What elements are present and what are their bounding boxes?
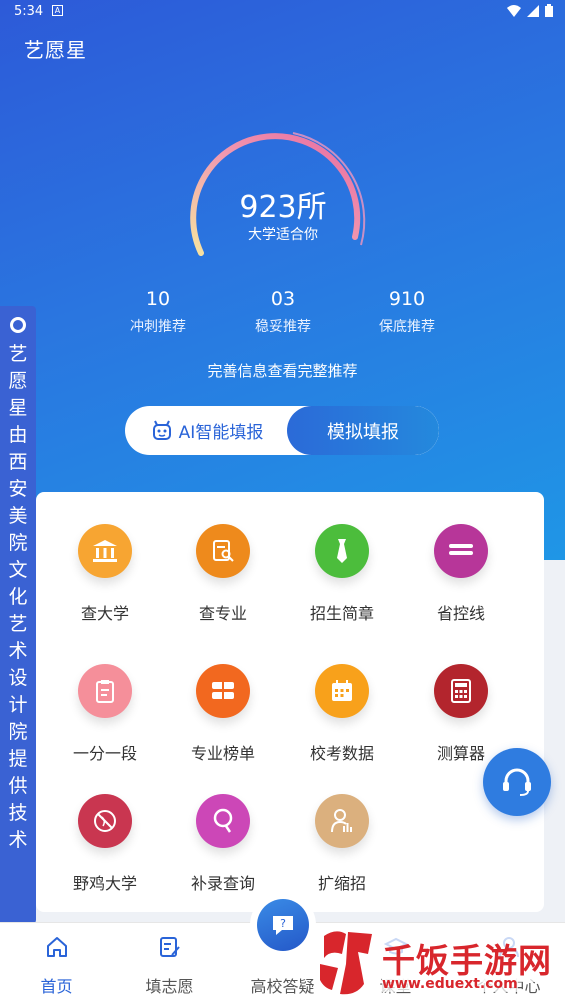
- feature-control-line[interactable]: 省控线: [402, 524, 520, 624]
- clipboard-icon: [78, 664, 132, 718]
- home-icon: [46, 937, 67, 957]
- sim-icon: A: [52, 5, 63, 16]
- feature-fake-university[interactable]: 野鸡大学: [46, 794, 164, 894]
- feature-label: 补录查询: [190, 874, 255, 893]
- ai-fill-button[interactable]: AI智能填报: [125, 406, 289, 455]
- stat-label: 稳妥推荐: [255, 319, 311, 335]
- chat-icon: ?: [273, 916, 293, 935]
- watermark-logo: [320, 931, 372, 995]
- hero-header: [0, 0, 565, 560]
- nav-label: 填志愿: [145, 977, 194, 996]
- feature-enrollment-change[interactable]: 扩缩招: [283, 794, 401, 894]
- side-banner[interactable]: 艺愿星由西安美院文化艺术设计院提供技术: [0, 306, 36, 924]
- feature-major[interactable]: 查专业: [164, 524, 282, 624]
- tie-icon: [315, 524, 369, 578]
- magnifier-icon: [196, 794, 250, 848]
- nav-label: 首页: [40, 977, 73, 996]
- watermark-url: www.eduext.com: [382, 976, 518, 992]
- stat-value: 10: [145, 288, 171, 310]
- status-time: 5:34: [14, 4, 44, 19]
- watermark-text: 千饭手游网: [382, 934, 552, 982]
- university-icon: [78, 524, 132, 578]
- feature-supplementary-query[interactable]: 补录查询: [164, 794, 282, 894]
- banner-dot-icon: [10, 317, 26, 333]
- calculator-icon: [434, 664, 488, 718]
- no-pheasant-icon: [78, 794, 132, 848]
- feature-label: 扩缩招: [317, 874, 366, 893]
- feature-major-ranking[interactable]: 专业榜单: [164, 664, 282, 764]
- calendar-icon: [315, 664, 369, 718]
- app-title: 艺愿星: [24, 38, 87, 62]
- feature-university[interactable]: 查大学: [46, 524, 164, 624]
- svg-text:?: ?: [280, 917, 286, 930]
- qa-center-button[interactable]: ?: [250, 892, 316, 958]
- stat-value: 03: [270, 288, 296, 310]
- stat-label: 冲刺推荐: [130, 319, 186, 335]
- lines-icon: [434, 524, 488, 578]
- feature-label: 省控线: [436, 604, 485, 623]
- feature-score-rank[interactable]: 一分一段: [46, 664, 164, 764]
- feature-label: 查专业: [198, 604, 247, 623]
- stat-stable[interactable]: 03 稳妥推荐: [228, 288, 338, 336]
- edit-icon: [159, 937, 180, 957]
- watermark: 千饭手游网 www.eduext.com: [316, 924, 556, 1000]
- robot-icon: [152, 420, 171, 440]
- feature-label: 专业榜单: [190, 744, 255, 763]
- person-chart-icon: [315, 794, 369, 848]
- battery-icon: [545, 4, 553, 17]
- customer-service-button[interactable]: [483, 748, 551, 816]
- stat-label: 保底推荐: [379, 319, 435, 335]
- mode-toggle: AI智能填报 模拟填报: [125, 406, 439, 455]
- wifi-icon: [507, 4, 521, 17]
- nav-home[interactable]: 首页: [0, 923, 113, 1004]
- feature-admission-guide[interactable]: 招生简章: [283, 524, 401, 624]
- ai-fill-label: AI智能填报: [178, 423, 264, 443]
- stat-safe[interactable]: 910 保底推荐: [352, 288, 462, 336]
- features-card: 查大学 查专业 招生简章 省控线 一分一段 专业榜单 校考数据 测算器 野鸡大学…: [36, 492, 544, 912]
- school-count: 923所: [239, 190, 327, 225]
- stat-sprint[interactable]: 10 冲刺推荐: [103, 288, 213, 336]
- mock-fill-button[interactable]: 模拟填报: [287, 406, 439, 455]
- feature-calculator[interactable]: 测算器: [402, 664, 520, 764]
- feature-label: 招生简章: [309, 604, 374, 623]
- feature-label: 野鸡大学: [72, 874, 137, 893]
- signal-icon: [527, 4, 539, 17]
- stat-value: 910: [388, 288, 426, 310]
- status-icons: [507, 4, 553, 17]
- nav-fill-application[interactable]: 填志愿: [113, 923, 226, 1004]
- feature-label: 一分一段: [72, 744, 137, 763]
- complete-info-link[interactable]: 完善信息查看完整推荐: [130, 360, 435, 381]
- feature-school-exam-data[interactable]: 校考数据: [283, 664, 401, 764]
- status-bar: 5:34 A: [0, 0, 565, 24]
- list-icon: [196, 664, 250, 718]
- side-banner-text: 艺愿星由西安美院文化艺术设计院提供技术: [8, 343, 28, 851]
- headset-icon: [503, 768, 531, 796]
- feature-label: 查大学: [80, 604, 129, 623]
- search-doc-icon: [196, 524, 250, 578]
- feature-label: 校考数据: [309, 744, 374, 763]
- school-count-subtitle: 大学适合你: [248, 227, 318, 243]
